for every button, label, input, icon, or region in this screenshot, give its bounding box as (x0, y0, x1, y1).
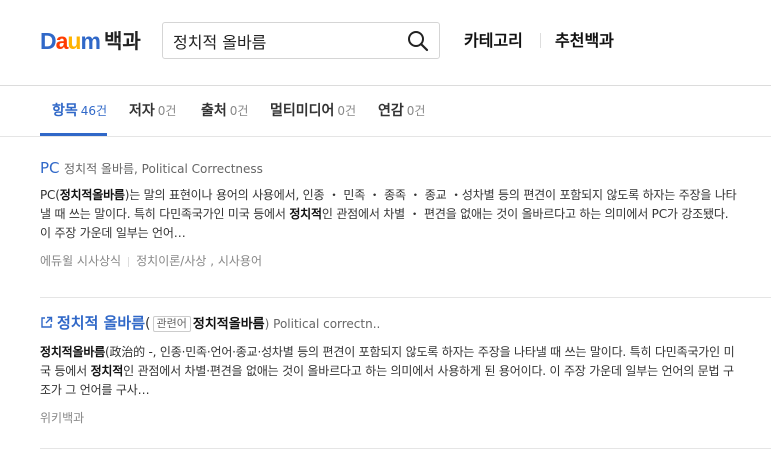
highlight-term: 정치적올바름 (40, 345, 106, 359)
tab-yearbook[interactable]: 연감 0건 (378, 102, 425, 120)
result-description[interactable]: PC(정치적올바름)는 말의 표현이나 용어의 사용에서, 인종 ・ 민족 ・ … (40, 186, 740, 243)
result-subtitle: ) Political correctn.. (264, 317, 381, 331)
search-result-2: 정치적 올바름(관련어 정치적올바름) Political correctn.. … (40, 314, 740, 426)
highlight-term: 정치적 (90, 364, 124, 378)
logo-letter-d: D (40, 28, 57, 54)
related-word-badge: 관련어 (152, 316, 191, 332)
search-icon[interactable] (407, 30, 429, 52)
tab-label: 출처 (201, 103, 227, 119)
result-tabs: 항목 46건 저자 0건 출처 0건 멀티미디어 0건 연감 0건 (0, 86, 771, 137)
logo-letter-u: u (67, 28, 81, 54)
tab-multimedia[interactable]: 멀티미디어 0건 (270, 102, 356, 120)
tab-label: 멀티미디어 (270, 103, 335, 119)
tab-authors[interactable]: 저자 0건 (129, 102, 176, 120)
result-divider (40, 297, 771, 298)
search-result-1: PC 정치적 올바름, Political Correctness PC(정치적… (40, 159, 740, 269)
search-input[interactable] (173, 29, 393, 53)
result-category[interactable]: 정치이론/사상 , 시사용어 (136, 254, 262, 268)
nav-category[interactable]: 카테고리 (464, 31, 523, 51)
daum-logo[interactable]: Daum (40, 28, 101, 54)
tab-count: 46건 (80, 104, 108, 118)
result-description[interactable]: 정치적올바름(政治的 -, 인종·민족·언어·종교·성차별 등의 편견이 포함되… (40, 343, 740, 400)
highlight-term: 정치적 (289, 207, 322, 221)
tab-count: 0건 (157, 104, 177, 118)
tab-count: 0건 (406, 104, 426, 118)
title-paren: ( (145, 316, 151, 332)
tab-count: 0건 (229, 104, 249, 118)
nav-recommended[interactable]: 추천백과 (555, 31, 614, 51)
meta-divider (128, 256, 130, 267)
result-title-row: 정치적 올바름(관련어 정치적올바름) Political correctn.. (40, 314, 740, 334)
tab-count: 0건 (337, 104, 357, 118)
result-meta: 위키백과 (40, 409, 740, 426)
highlight-term: 정치적올바름 (59, 188, 125, 202)
related-word: 정치적올바름 (192, 317, 265, 332)
active-tab-indicator (40, 133, 107, 136)
result-subtitle: 정치적 올바름, Political Correctness (63, 162, 263, 176)
tab-label: 저자 (129, 103, 155, 119)
logo-letter-a: a (55, 28, 69, 54)
tab-label: 연감 (378, 103, 404, 119)
logo-letter-m: m (80, 28, 100, 54)
result-title-row: PC 정치적 올바름, Political Correctness (40, 159, 740, 178)
nav-divider (540, 33, 541, 48)
result-source[interactable]: 에듀윌 시사상식 (40, 254, 121, 268)
description-text: 인 관점에서 차별·편견을 없애는 것이 올바르다고 하는 의미에서 사용하게 … (40, 364, 734, 397)
tab-label: 항목 (52, 103, 78, 119)
result-title-link[interactable]: 정치적 올바름 (57, 314, 145, 332)
result-divider (40, 448, 771, 449)
result-title-link[interactable]: PC (40, 159, 60, 177)
description-text: PC( (40, 188, 60, 202)
tab-sources[interactable]: 출처 0건 (201, 102, 248, 120)
service-name[interactable]: 백과 (104, 28, 141, 54)
result-source[interactable]: 위키백과 (40, 411, 84, 425)
external-link-icon (41, 316, 53, 328)
search-box (162, 22, 440, 59)
result-meta: 에듀윌 시사상식 정치이론/사상 , 시사용어 (40, 252, 740, 269)
header: Daum 백과 카테고리 추천백과 (0, 0, 771, 86)
tab-items[interactable]: 항목 46건 (52, 102, 107, 120)
